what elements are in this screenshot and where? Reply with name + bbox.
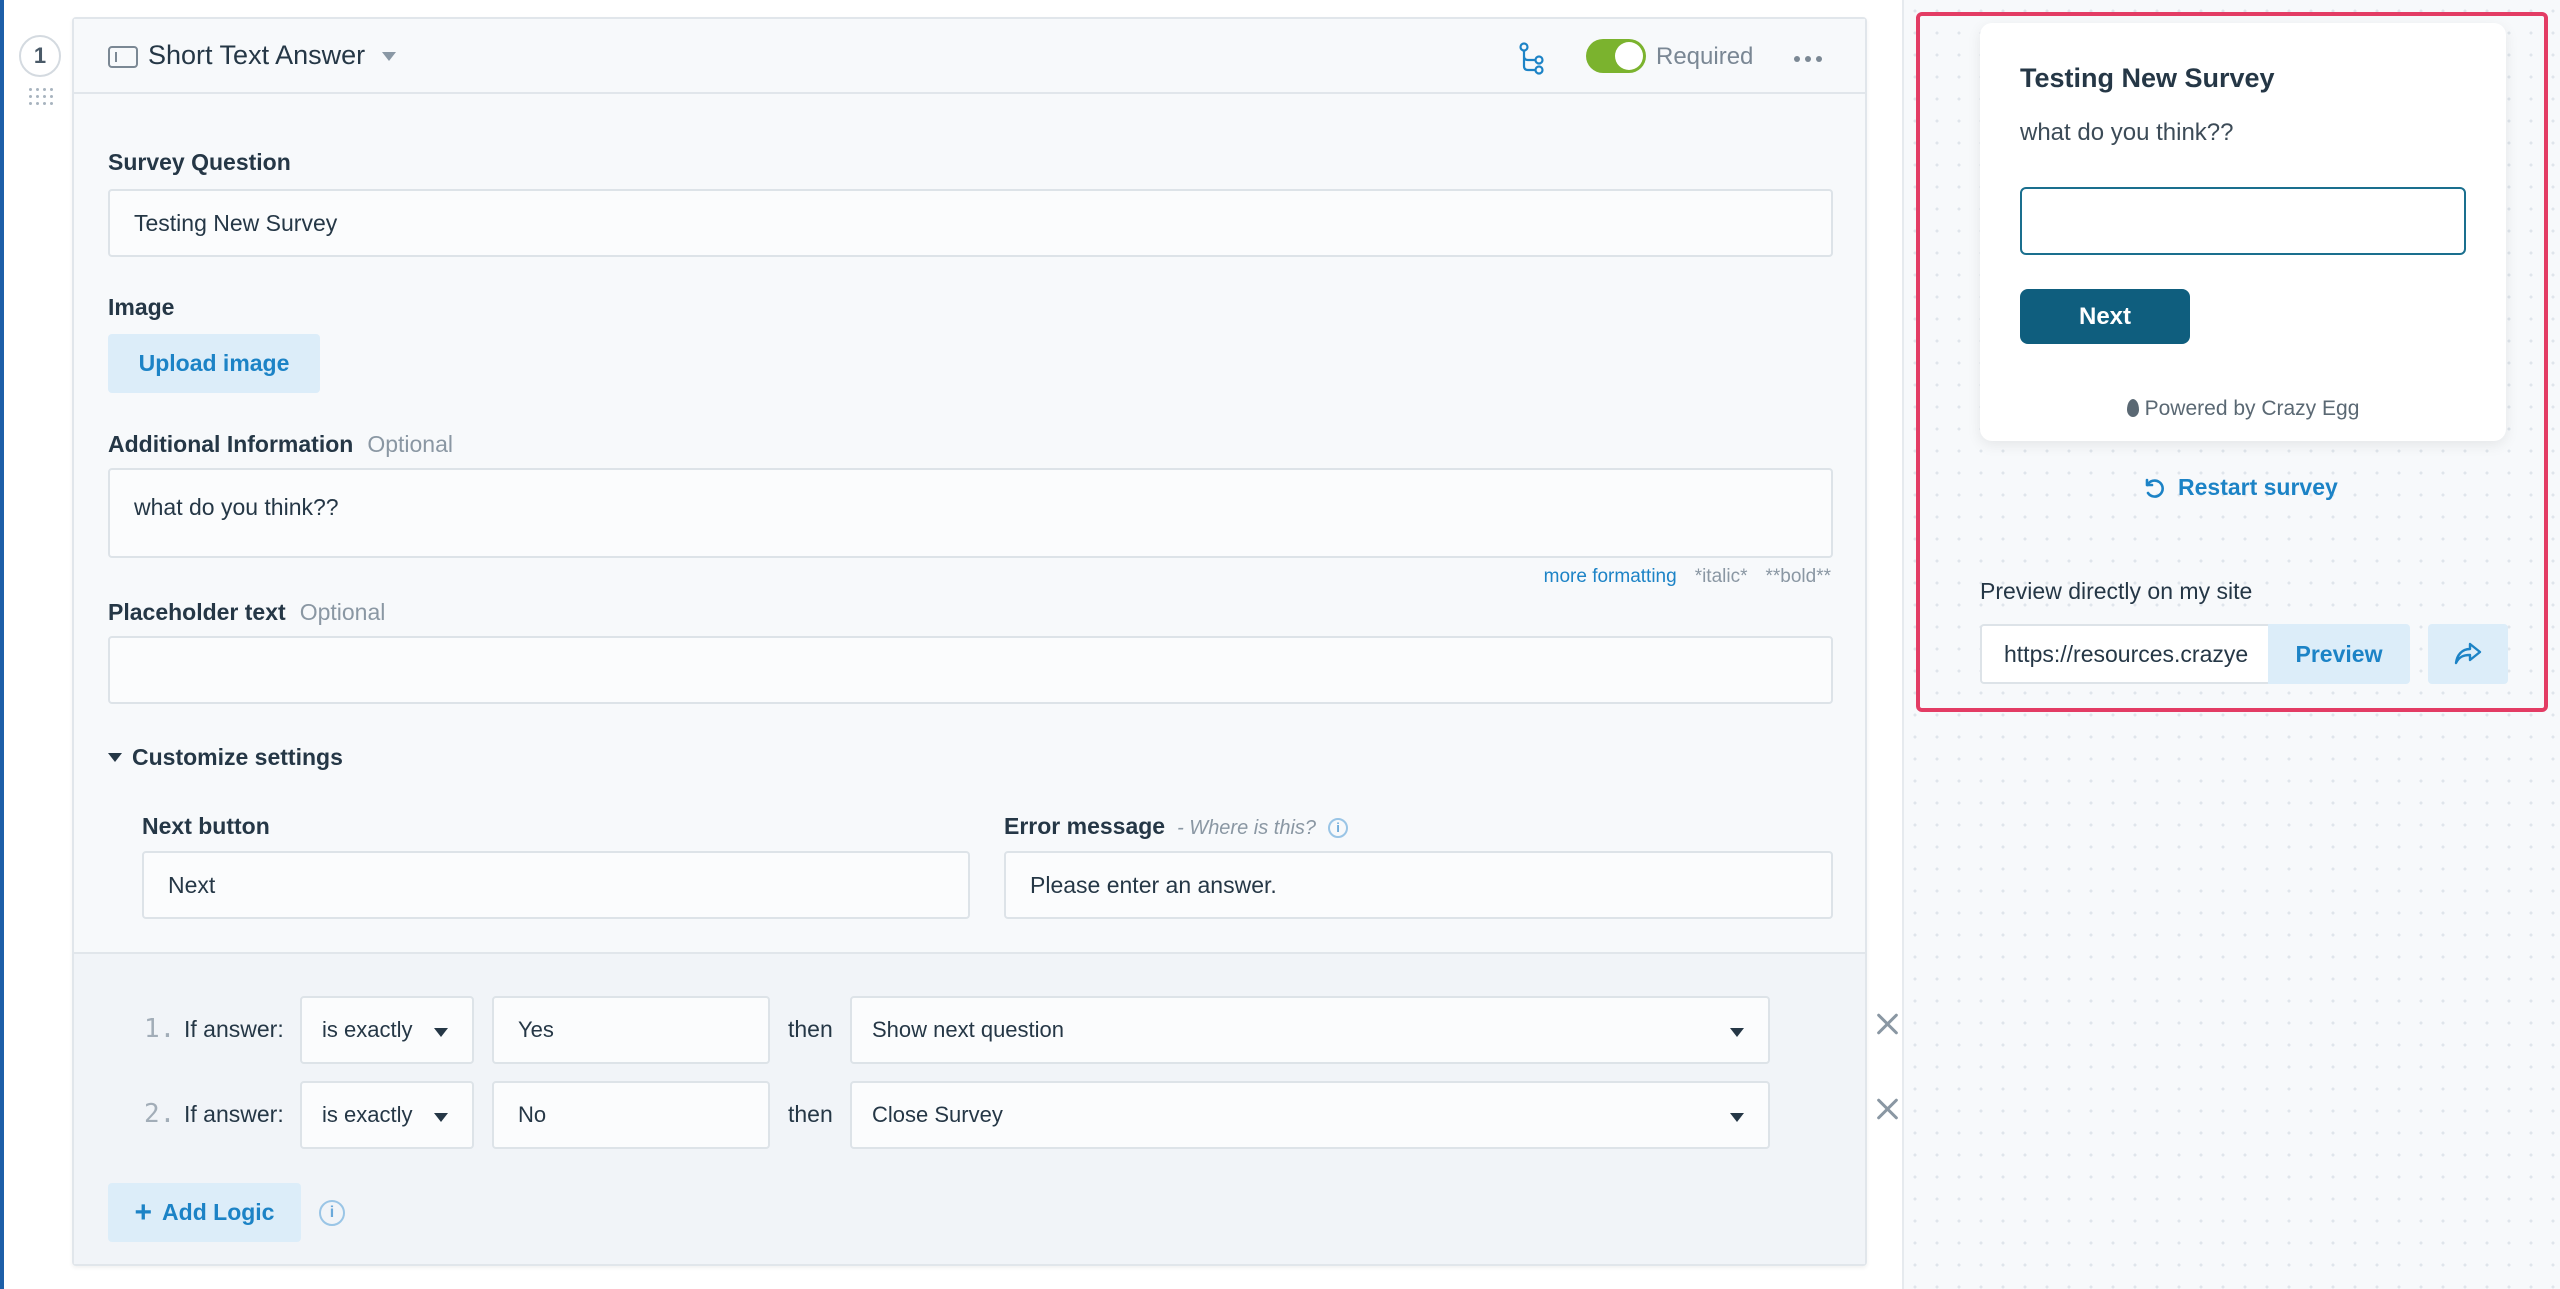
additional-info-label: Additional Information Optional — [108, 431, 453, 458]
share-icon — [2454, 642, 2482, 665]
crazy-egg-logo-icon — [2126, 399, 2139, 417]
rule-number: 1. — [144, 1014, 176, 1044]
if-answer-label: If answer: — [184, 1101, 284, 1127]
customize-settings-label: Customize settings — [132, 744, 343, 770]
action-select[interactable]: Show next question — [850, 996, 1770, 1064]
optional-tag: Optional — [367, 431, 453, 457]
powered-by: Powered by Crazy Egg — [1980, 397, 2506, 421]
action-select[interactable]: Close Survey — [850, 1081, 1770, 1149]
plus-icon: + — [134, 1195, 153, 1229]
more-formatting-link[interactable]: more formatting — [1544, 566, 1677, 588]
survey-preview-title: Testing New Survey — [2020, 63, 2275, 93]
remove-rule-icon[interactable] — [1874, 1010, 1902, 1038]
operator-select[interactable]: is exactly — [300, 996, 474, 1064]
restart-survey-link[interactable]: Restart survey — [2142, 474, 2338, 501]
question-number-badge: 1 — [19, 35, 61, 77]
text-input-icon — [108, 46, 138, 68]
more-options-icon[interactable] — [1794, 56, 1822, 62]
preview-button[interactable]: Preview — [2268, 624, 2410, 684]
then-label: then — [788, 1101, 833, 1127]
action-value: Close Survey — [872, 1102, 1003, 1127]
image-label: Image — [108, 294, 175, 320]
question-card-header: Short Text Answer Required — [74, 19, 1865, 94]
caret-down-icon — [108, 753, 122, 762]
operator-value: is exactly — [322, 1017, 413, 1042]
next-button-input[interactable]: Next — [142, 851, 970, 919]
required-toggle[interactable] — [1586, 39, 1646, 73]
placeholder-label-text: Placeholder text — [108, 599, 286, 625]
operator-value: is exactly — [322, 1102, 413, 1127]
add-logic-label: Add Logic — [162, 1199, 275, 1225]
restart-survey-label: Restart survey — [2178, 474, 2338, 500]
answer-value-input[interactable]: Yes — [492, 996, 770, 1064]
operator-select[interactable]: is exactly — [300, 1081, 474, 1149]
next-button-label: Next button — [142, 813, 270, 839]
logic-rule-row: 1. If answer: is exactly Yes then Show n… — [74, 996, 1865, 1064]
caret-down-icon — [434, 1113, 448, 1122]
additional-info-label-text: Additional Information — [108, 431, 354, 457]
additional-info-textarea[interactable]: what do you think?? — [108, 468, 1833, 558]
caret-down-icon — [434, 1028, 448, 1037]
italic-hint: *italic* — [1694, 566, 1748, 587]
survey-question-label: Survey Question — [108, 149, 291, 175]
question-gutter: 1 — [4, 0, 72, 1289]
required-label: Required — [1656, 43, 1754, 70]
placeholder-input[interactable] — [108, 636, 1833, 704]
survey-preview-answer-input[interactable] — [2020, 187, 2466, 255]
then-label: then — [788, 1016, 833, 1042]
formatting-hints: more formatting *italic* **bold** — [1544, 566, 1831, 588]
question-card-body: Survey Question Testing New Survey Image… — [74, 94, 1865, 952]
question-type-label[interactable]: Short Text Answer — [148, 40, 365, 71]
survey-preview-subtitle: what do you think?? — [2020, 119, 2234, 146]
placeholder-label: Placeholder text Optional — [108, 599, 385, 626]
upload-image-button[interactable]: Upload image — [108, 334, 320, 393]
survey-question-input[interactable]: Testing New Survey — [108, 189, 1833, 257]
chevron-down-icon[interactable] — [382, 52, 396, 61]
logic-rule-row: 2. If answer: is exactly No then Close S… — [74, 1081, 1865, 1149]
rule-number: 2. — [144, 1099, 176, 1129]
logic-branch-icon[interactable] — [1516, 41, 1546, 75]
share-button[interactable] — [2428, 624, 2508, 684]
answer-value-input[interactable]: No — [492, 1081, 770, 1149]
remove-rule-icon[interactable] — [1874, 1095, 1902, 1123]
survey-preview-card: Testing New Survey what do you think?? N… — [1980, 23, 2506, 441]
drag-handle-icon[interactable] — [29, 88, 53, 106]
optional-tag: Optional — [299, 599, 386, 625]
preview-url-input[interactable]: https://resources.crazye — [1980, 624, 2270, 684]
if-answer-label: If answer: — [184, 1016, 284, 1042]
error-message-label-text: Error message — [1004, 813, 1166, 839]
caret-down-icon — [1730, 1028, 1744, 1037]
caret-down-icon — [1730, 1113, 1744, 1122]
question-card: Short Text Answer Required Survey Questi… — [72, 17, 1867, 1266]
error-message-input[interactable]: Please enter an answer. — [1004, 851, 1833, 919]
restart-icon — [2145, 478, 2164, 498]
powered-by-text: Powered by Crazy Egg — [2144, 397, 2360, 420]
bold-hint: **bold** — [1765, 566, 1832, 587]
logic-section: 1. If answer: is exactly Yes then Show n… — [74, 952, 1865, 1264]
survey-preview-next-button[interactable]: Next — [2020, 289, 2190, 344]
info-icon[interactable]: i — [319, 1200, 345, 1226]
action-value: Show next question — [872, 1017, 1065, 1042]
add-logic-button[interactable]: + Add Logic — [108, 1183, 301, 1242]
where-is-this-hint: - Where is this? — [1177, 817, 1317, 839]
error-message-label: Error message - Where is this? i — [1004, 813, 1349, 840]
customize-settings-toggle[interactable]: Customize settings — [108, 744, 343, 771]
preview-site-label: Preview directly on my site — [1980, 578, 2253, 604]
info-icon[interactable]: i — [1328, 817, 1349, 838]
